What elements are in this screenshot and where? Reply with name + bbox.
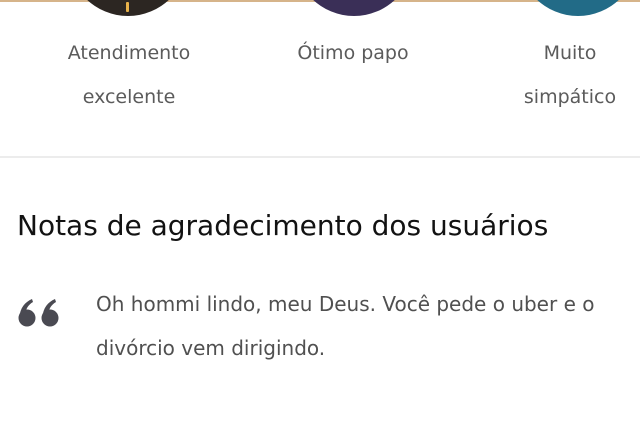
compliment-badge-very-friendly[interactable] [518,0,638,16]
quote-icon [17,298,63,328]
compliment-label: Ótimo papo [297,42,409,64]
section-divider [0,156,640,158]
thank-you-note: Oh hommi lindo, meu Deus. Você pede o ub… [96,292,595,360]
compliment-badge-great-chat[interactable] [294,0,414,16]
badge-accent [126,2,129,12]
compliment-label: Muito simpático [523,42,617,108]
compliment-badge-excellent-service[interactable] [68,0,188,16]
driver-profile-screen: Atendimento excelente Ótimo papo Muito s… [0,0,640,440]
compliment-label: Atendimento excelente [67,42,191,108]
section-title: Notas de agradecimento dos usuários [17,209,549,242]
